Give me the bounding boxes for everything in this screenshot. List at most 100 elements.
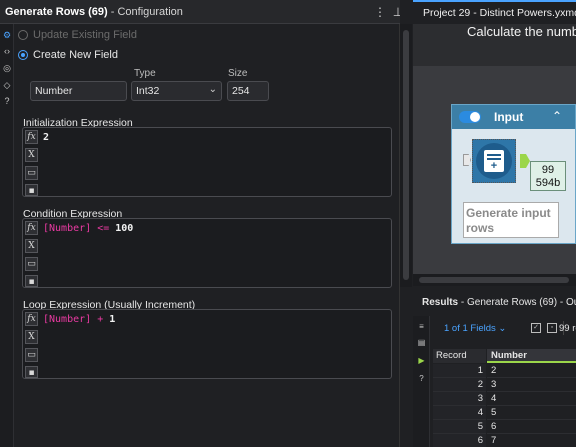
expr-field: [Number] bbox=[43, 314, 92, 325]
record-cell[interactable]: 5 bbox=[433, 420, 486, 434]
canvas-comment-area: Calculate the number bbox=[413, 24, 576, 66]
chevron-down-icon: ⌄ bbox=[208, 84, 217, 95]
vertical-scrollbar[interactable] bbox=[400, 24, 412, 287]
update-existing-label: Update Existing Field bbox=[33, 29, 137, 41]
results-side-rail: ≡ ▤ ▶ ? bbox=[413, 316, 430, 447]
tab-project-29[interactable]: Project 29 - Distinct Powers.yxmd bbox=[413, 0, 576, 24]
output-anchor-icon[interactable]: ▶ bbox=[417, 356, 426, 365]
function-icon[interactable]: fx bbox=[25, 221, 38, 235]
minus-square-icon[interactable]: ▫ bbox=[547, 323, 557, 333]
field-name-input[interactable]: Number bbox=[30, 81, 127, 101]
folder-icon[interactable]: ▭ bbox=[25, 257, 38, 271]
record-cell[interactable]: 2 bbox=[433, 378, 486, 392]
config-title: Generate Rows (69) - Configuration bbox=[5, 6, 183, 18]
number-cell[interactable]: 6 bbox=[487, 420, 576, 434]
table-icon[interactable]: ▤ bbox=[417, 338, 426, 347]
create-new-label: Create New Field bbox=[33, 49, 118, 61]
number-cell[interactable]: 4 bbox=[487, 392, 576, 406]
size-input[interactable]: 254 bbox=[227, 81, 269, 101]
number-cell[interactable]: 3 bbox=[487, 378, 576, 392]
expr-number: 1 bbox=[109, 314, 116, 325]
column-header-record[interactable]: Record bbox=[433, 349, 486, 363]
container-header: Input ⌃ bbox=[452, 105, 575, 129]
folder-icon[interactable]: ▭ bbox=[25, 166, 38, 180]
radio-selected-icon bbox=[18, 50, 28, 60]
variable-icon[interactable]: X bbox=[25, 239, 38, 253]
results-title: Results - Generate Rows (69) - Output bbox=[422, 297, 576, 308]
field-name-value: Number bbox=[35, 85, 73, 97]
horizontal-scrollbar[interactable] bbox=[413, 274, 576, 286]
compass-icon[interactable]: ◎ bbox=[2, 63, 12, 73]
expression-toolbar: fx X ▭ ▪ bbox=[23, 219, 40, 287]
expression-toolbar: fx X ▭ ▪ bbox=[23, 128, 40, 196]
scrollbar-thumb[interactable] bbox=[419, 277, 569, 283]
radio-circle-icon bbox=[18, 30, 28, 40]
expr-operator: <= bbox=[91, 223, 116, 234]
create-new-radio[interactable]: Create New Field bbox=[18, 48, 118, 62]
expr-number: 100 bbox=[115, 223, 134, 234]
input-anchor-icon[interactable] bbox=[463, 154, 471, 166]
folder-icon[interactable]: ▭ bbox=[25, 348, 38, 362]
chevron-down-icon: ⌄ bbox=[498, 323, 507, 334]
config-side-rail: ⚙ ‹› ◎ ◇ ? bbox=[0, 24, 14, 447]
init-expression-code[interactable]: 2 bbox=[43, 132, 49, 143]
function-icon[interactable]: fx bbox=[25, 312, 38, 326]
condition-expression-editor[interactable]: fx X ▭ ▪ [Number] <= 100 bbox=[22, 218, 392, 288]
configuration-panel: Generate Rows (69) - Configuration ⋮ ⊥ ⚙… bbox=[0, 0, 403, 447]
more-vertical-icon[interactable]: ⋮ bbox=[373, 4, 387, 20]
tool-annotation: Generate input rows bbox=[463, 202, 559, 238]
save-icon[interactable]: ▪ bbox=[25, 275, 38, 287]
update-existing-radio[interactable]: Update Existing Field bbox=[18, 28, 137, 42]
scrollbar-thumb[interactable] bbox=[403, 30, 409, 280]
fields-dropdown[interactable]: 1 of 1 Fields ⌄ bbox=[444, 323, 506, 334]
expr-operator: + bbox=[91, 314, 110, 325]
code-icon[interactable]: ‹› bbox=[2, 46, 12, 56]
record-cell[interactable]: 6 bbox=[433, 434, 486, 447]
type-select[interactable]: Int32 ⌄ bbox=[131, 81, 222, 101]
tag-icon[interactable]: ◇ bbox=[2, 80, 12, 90]
container-title: Input bbox=[494, 110, 524, 124]
results-toolbar: 1 of 1 Fields ⌄ ✓ ▫ bbox=[430, 320, 576, 338]
tab-label: Project 29 - Distinct Powers.yxmd bbox=[423, 7, 576, 19]
save-icon[interactable]: ▪ bbox=[25, 184, 38, 196]
chevron-up-icon[interactable]: ⌃ bbox=[552, 109, 562, 123]
variable-icon[interactable]: X bbox=[25, 330, 38, 344]
generate-rows-tool[interactable]: + bbox=[463, 139, 530, 195]
init-expression-editor[interactable]: fx X ▭ ▪ 2 bbox=[22, 127, 392, 197]
loop-expression-code[interactable]: [Number] + 1 bbox=[43, 314, 115, 325]
help-icon[interactable]: ? bbox=[2, 96, 12, 106]
tool-container-input[interactable]: Input ⌃ + 99 594b Generate input rows bbox=[451, 104, 576, 244]
data-size: 594b bbox=[535, 177, 561, 189]
config-header: Generate Rows (69) - Configuration ⋮ ⊥ bbox=[0, 0, 403, 24]
record-cell[interactable]: 1 bbox=[433, 364, 486, 378]
record-count-badge: 99 594b bbox=[530, 161, 566, 191]
record-count: 99 bbox=[541, 164, 555, 176]
number-cell[interactable]: 7 bbox=[487, 434, 576, 447]
record-cell[interactable]: 4 bbox=[433, 406, 486, 420]
plus-icon: + bbox=[490, 160, 498, 172]
column-header-number[interactable]: Number bbox=[487, 349, 576, 363]
loop-expression-editor[interactable]: fx X ▭ ▪ [Number] + 1 bbox=[22, 309, 392, 379]
container-enable-toggle[interactable] bbox=[459, 111, 481, 123]
results-header: Results - Generate Rows (69) - Output bbox=[413, 288, 576, 316]
number-cell[interactable]: 5 bbox=[487, 406, 576, 420]
type-value: Int32 bbox=[136, 85, 160, 97]
help-icon[interactable]: ? bbox=[417, 374, 426, 383]
record-cell[interactable]: 3 bbox=[433, 392, 486, 406]
size-value: 254 bbox=[232, 85, 250, 97]
document-tab-strip: Project 29 - Distinct Powers.yxmd bbox=[413, 0, 576, 24]
canvas-comment-text: Calculate the number bbox=[467, 24, 576, 39]
save-icon[interactable]: ▪ bbox=[25, 366, 38, 378]
expr-number: 2 bbox=[43, 132, 50, 143]
function-icon[interactable]: fx bbox=[25, 130, 38, 144]
type-label: Type bbox=[134, 68, 156, 79]
number-cell[interactable]: 2 bbox=[487, 364, 576, 378]
condition-expression-code[interactable]: [Number] <= 100 bbox=[43, 223, 133, 234]
gear-icon[interactable]: ⚙ bbox=[2, 30, 12, 40]
list-icon[interactable]: ≡ bbox=[417, 322, 426, 331]
records-count: 99 re bbox=[559, 323, 576, 334]
expr-field: [Number] bbox=[43, 223, 92, 234]
checkbox-icon[interactable]: ✓ bbox=[531, 323, 541, 333]
variable-icon[interactable]: X bbox=[25, 148, 38, 162]
output-anchor-icon[interactable] bbox=[520, 154, 530, 168]
